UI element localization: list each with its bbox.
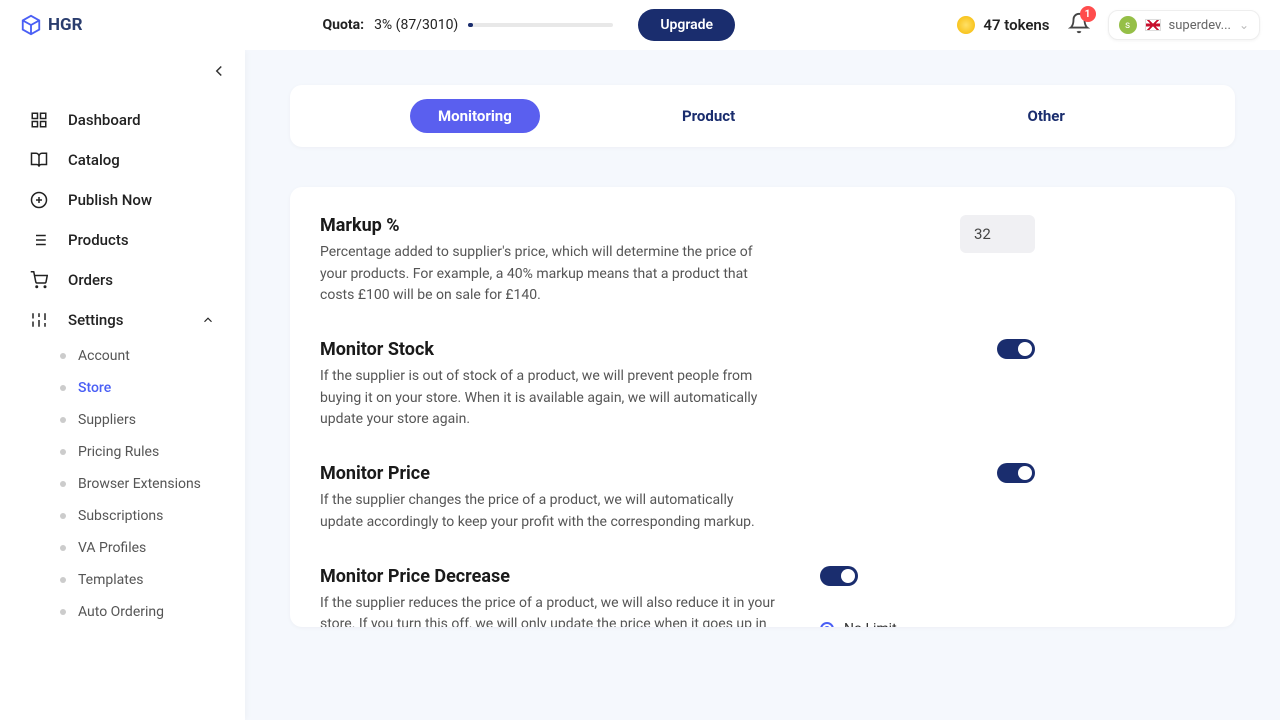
monitor-decrease-desc: If the supplier reduces the price of a p… [320, 593, 780, 628]
sidebar: Dashboard Catalog Publish Now Products O… [0, 50, 245, 720]
radio-icon [820, 622, 834, 628]
subnav-store[interactable]: Store [60, 372, 245, 404]
notifications-button[interactable]: 1 [1068, 12, 1090, 38]
monitor-price-title: Monitor Price [320, 463, 780, 484]
monitor-decrease-title: Monitor Price Decrease [320, 566, 780, 587]
chevron-up-icon [201, 313, 215, 327]
setting-monitor-decrease: Monitor Price Decrease If the supplier r… [320, 566, 1205, 628]
quota-bar [468, 23, 613, 27]
settings-subnav: Account Store Suppliers Pricing Rules Br… [0, 340, 245, 628]
subnav-va-profiles[interactable]: VA Profiles [60, 532, 245, 564]
monitor-price-toggle[interactable] [997, 463, 1035, 483]
sidebar-item-publish[interactable]: Publish Now [0, 180, 245, 220]
markup-desc: Percentage added to supplier's price, wh… [320, 242, 780, 307]
chevron-left-icon [210, 62, 228, 80]
collapse-sidebar-button[interactable] [210, 62, 228, 84]
sliders-icon [30, 311, 48, 329]
list-icon [30, 231, 48, 249]
chevron-down-icon: ⌄ [1239, 18, 1249, 32]
tab-product[interactable]: Product [540, 99, 878, 133]
monitor-decrease-toggle[interactable] [820, 566, 858, 586]
radio-no-limit[interactable]: No Limit [820, 621, 975, 628]
logo[interactable]: HGR [20, 14, 82, 36]
sidebar-item-settings[interactable]: Settings [0, 300, 245, 340]
logo-text: HGR [48, 15, 82, 35]
username: superdev... [1169, 18, 1231, 33]
tokens-label: 47 tokens [983, 16, 1049, 34]
monitor-stock-toggle[interactable] [997, 339, 1035, 359]
markup-input[interactable] [960, 215, 1035, 253]
subnav-account[interactable]: Account [60, 340, 245, 372]
sidebar-item-dashboard[interactable]: Dashboard [0, 100, 245, 140]
tabs: Monitoring Product Other [290, 85, 1235, 147]
coin-icon [957, 16, 975, 34]
user-menu[interactable]: s superdev... ⌄ [1108, 10, 1260, 40]
tab-monitoring[interactable]: Monitoring [410, 99, 540, 133]
sidebar-item-label: Orders [68, 271, 113, 289]
uk-flag-icon [1145, 19, 1161, 31]
book-icon [30, 151, 48, 169]
topbar: HGR Quota: 3% (87/3010) Upgrade 47 token… [0, 0, 1280, 50]
monitor-price-desc: If the supplier changes the price of a p… [320, 490, 780, 533]
shopify-icon: s [1119, 16, 1137, 34]
subnav-suppliers[interactable]: Suppliers [60, 404, 245, 436]
quota-section: Quota: 3% (87/3010) Upgrade [322, 9, 735, 41]
monitor-stock-desc: If the supplier is out of stock of a pro… [320, 366, 780, 431]
quota-value: 3% (87/3010) [374, 17, 458, 33]
grid-icon [30, 111, 48, 129]
subnav-subscriptions[interactable]: Subscriptions [60, 500, 245, 532]
quota-label: Quota: [322, 17, 364, 33]
subnav-browser-ext[interactable]: Browser Extensions [60, 468, 245, 500]
sidebar-item-label: Publish Now [68, 191, 152, 209]
tokens[interactable]: 47 tokens [957, 16, 1049, 34]
upgrade-button[interactable]: Upgrade [638, 9, 735, 41]
sidebar-item-label: Catalog [68, 151, 120, 169]
monitor-stock-title: Monitor Stock [320, 339, 780, 360]
notification-badge: 1 [1080, 6, 1096, 22]
subnav-pricing-rules[interactable]: Pricing Rules [60, 436, 245, 468]
sidebar-item-orders[interactable]: Orders [0, 260, 245, 300]
subnav-templates[interactable]: Templates [60, 564, 245, 596]
main-content: Monitoring Product Other Markup % Percen… [245, 50, 1280, 720]
plus-circle-icon [30, 191, 48, 209]
sidebar-item-catalog[interactable]: Catalog [0, 140, 245, 180]
cube-icon [20, 14, 42, 36]
markup-title: Markup % [320, 215, 780, 236]
tab-other[interactable]: Other [877, 99, 1215, 133]
setting-markup: Markup % Percentage added to supplier's … [320, 215, 1205, 307]
setting-monitor-stock: Monitor Stock If the supplier is out of … [320, 339, 1205, 431]
sidebar-item-label: Products [68, 231, 129, 249]
subnav-auto-ordering[interactable]: Auto Ordering [60, 596, 245, 628]
setting-monitor-price: Monitor Price If the supplier changes th… [320, 463, 1205, 533]
sidebar-item-products[interactable]: Products [0, 220, 245, 260]
settings-panel: Markup % Percentage added to supplier's … [290, 187, 1235, 627]
sidebar-item-label: Dashboard [68, 111, 141, 129]
cart-icon [30, 271, 48, 289]
sidebar-item-label: Settings [68, 311, 124, 329]
